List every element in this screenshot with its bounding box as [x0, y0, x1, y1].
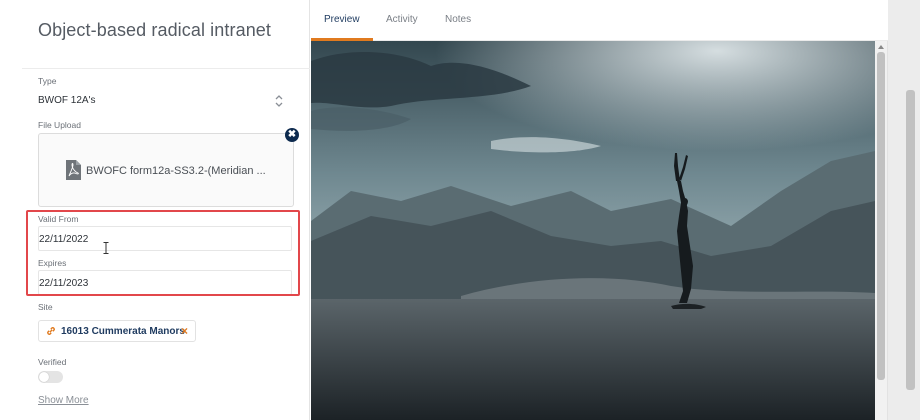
page-title: Object-based radical intranet	[38, 20, 272, 40]
page-scrollbar-thumb[interactable]	[906, 90, 915, 390]
uploaded-file-name[interactable]: BWOFC form12a-SS3.2-(Meridian ...	[86, 165, 266, 177]
show-more-link[interactable]: Show More	[38, 395, 89, 406]
site-label: Site	[38, 302, 53, 312]
file-upload-label: File Upload	[38, 120, 81, 130]
title-divider	[22, 68, 310, 69]
pdf-file-icon	[66, 160, 81, 180]
verified-toggle[interactable]	[38, 371, 63, 383]
remove-file-button[interactable]: ✖	[285, 128, 299, 142]
preview-scrollbar-thumb[interactable]	[877, 52, 885, 380]
date-fields-highlight	[26, 210, 300, 296]
verified-label: Verified	[38, 357, 67, 367]
file-upload-dropzone[interactable]: BWOFC form12a-SS3.2-(Meridian ...	[38, 133, 294, 207]
type-select-value[interactable]: BWOF 12A's	[38, 95, 95, 106]
preview-landscape-image	[311, 41, 875, 420]
scroll-up-arrow-icon[interactable]	[876, 43, 886, 51]
remove-site-button[interactable]: ×	[181, 324, 188, 338]
tab-activity[interactable]: Activity	[386, 14, 418, 25]
document-card: Object-based radical intranet Type BWOF …	[0, 0, 888, 420]
link-icon	[47, 327, 55, 335]
details-panel: Object-based radical intranet Type BWOF …	[0, 0, 310, 420]
site-name[interactable]: 16013 Cummerata Manors	[61, 326, 185, 337]
text-cursor-icon	[103, 242, 109, 254]
tab-notes[interactable]: Notes	[445, 14, 471, 25]
chevron-up-down-icon[interactable]	[274, 94, 284, 108]
type-label: Type	[38, 76, 57, 86]
preview-tabs: Preview Activity Notes	[311, 0, 888, 41]
site-chip[interactable]: 16013 Cummerata Manors ×	[38, 320, 196, 342]
toggle-knob	[39, 372, 49, 382]
tab-preview[interactable]: Preview	[324, 14, 360, 25]
document-preview-image	[311, 41, 875, 420]
